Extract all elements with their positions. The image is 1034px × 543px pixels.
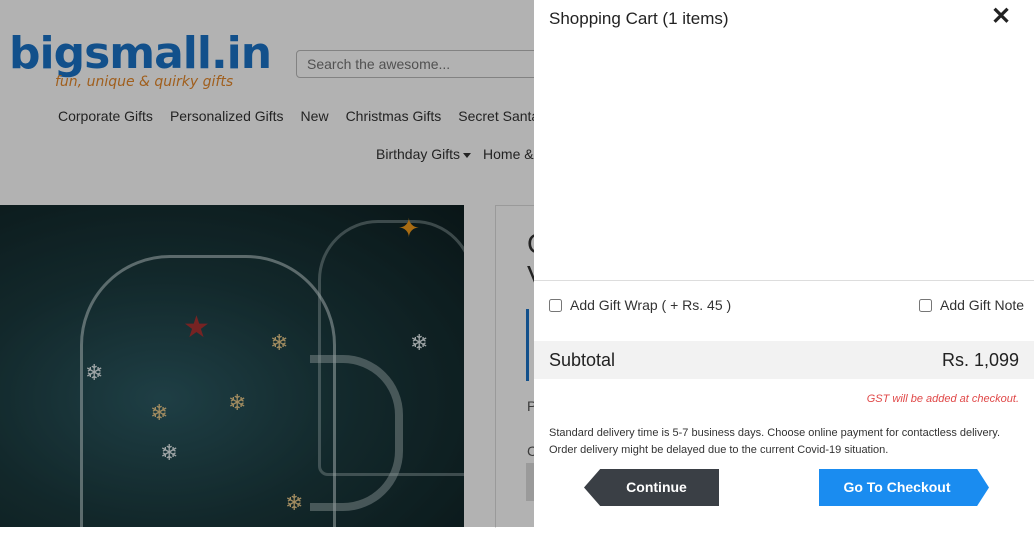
delivery-line-2: Order delivery might be delayed due to t… (549, 444, 889, 456)
gift-wrap-option[interactable]: Add Gift Wrap ( + Rs. 45 ) (549, 297, 731, 313)
cart-header: Shopping Cart (1 items) ✕ (534, 0, 1034, 35)
subtotal-row: Subtotal Rs. 1,099 (534, 341, 1034, 379)
gift-wrap-label: Add Gift Wrap ( + Rs. 45 ) (570, 297, 732, 313)
delivery-info: Standard delivery time is 5-7 business d… (549, 425, 1019, 459)
gift-wrap-checkbox[interactable] (549, 298, 562, 312)
close-icon[interactable]: ✕ (991, 5, 1011, 29)
gift-note-option[interactable]: Add Gift Note (919, 297, 1024, 313)
gift-note-checkbox[interactable] (919, 298, 932, 312)
continue-shopping-button[interactable]: Continue Shopping (584, 469, 719, 506)
cart-title: Shopping Cart (1 items) (549, 9, 729, 28)
gst-note: GST will be added at checkout. (866, 393, 1019, 405)
subtotal-value: Rs. 1,099 (941, 350, 1019, 370)
shopping-cart-drawer: Shopping Cart (1 items) ✕ Add Gift Wrap … (534, 0, 1034, 527)
cart-items-list (534, 35, 1034, 281)
go-to-checkout-button[interactable]: Go To Checkout (819, 469, 989, 506)
delivery-line-1: Standard delivery time is 5-7 business d… (549, 427, 1001, 439)
gift-note-label: Add Gift Note (940, 297, 1025, 313)
subtotal-label: Subtotal (549, 350, 616, 370)
overlay-backdrop[interactable] (0, 0, 534, 527)
